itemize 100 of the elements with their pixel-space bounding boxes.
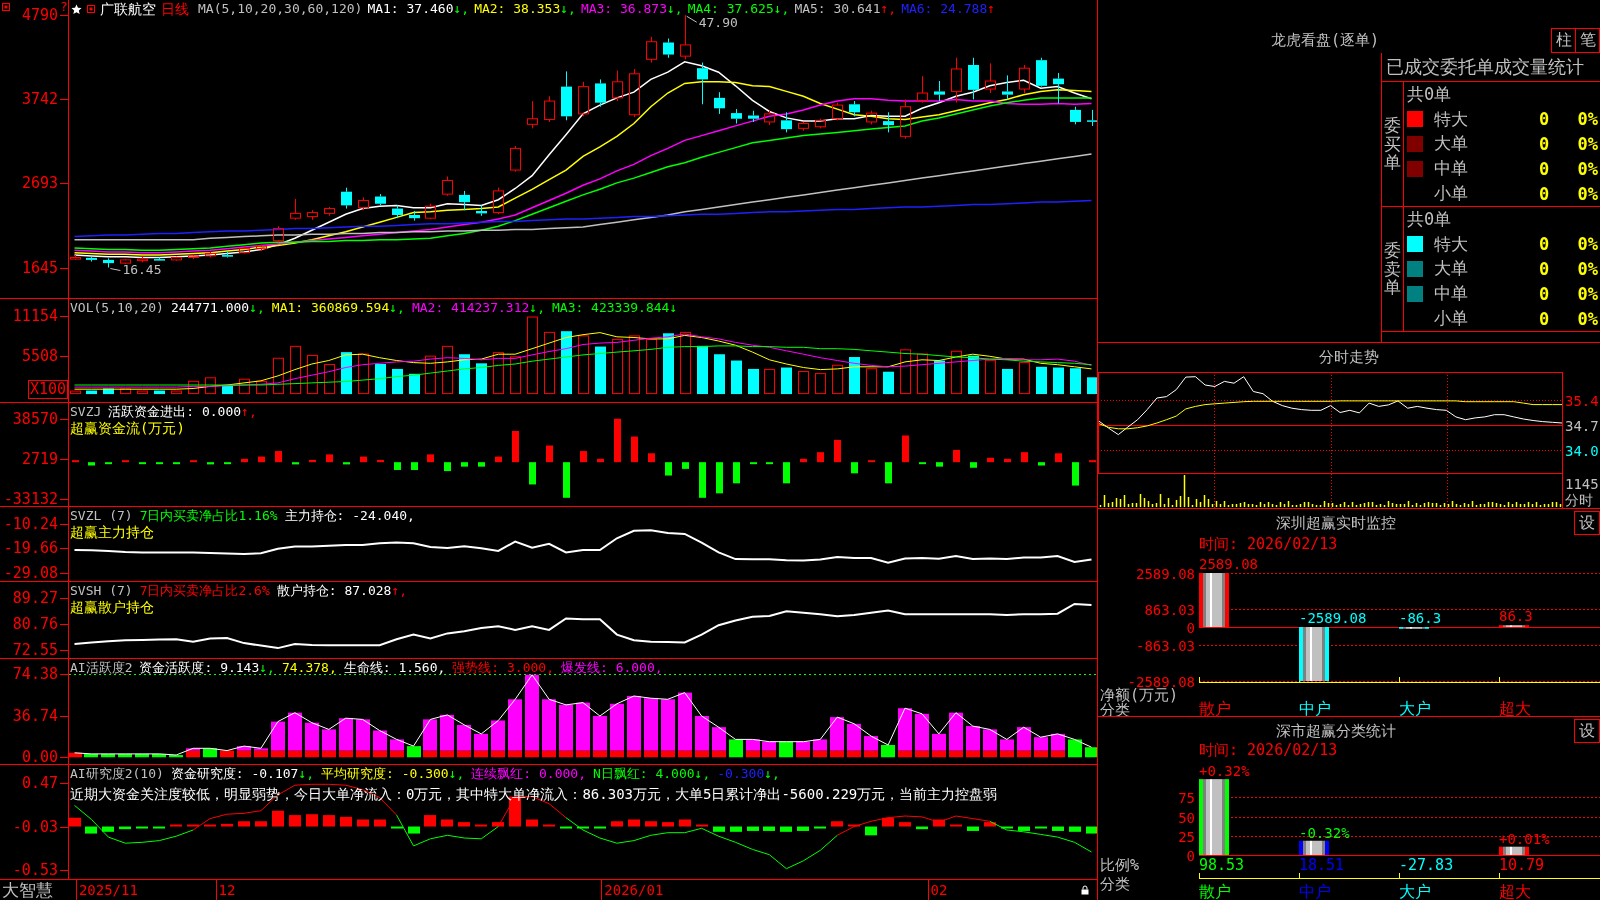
- price-annotation: 47.90: [698, 15, 738, 31]
- view-toggle-button[interactable]: 柱: [1551, 28, 1576, 53]
- group-label: 委卖单: [1384, 240, 1401, 298]
- activity-bar: [1068, 739, 1082, 758]
- candle: [714, 91, 725, 115]
- research-bar: [797, 826, 809, 831]
- research-bar: [882, 817, 894, 827]
- axis-tick-label: -863.03: [1136, 637, 1195, 654]
- activity-bar: [118, 753, 132, 758]
- settings-button[interactable]: 设: [1574, 719, 1600, 743]
- research-bar: [289, 815, 301, 827]
- research-bar: [526, 819, 538, 827]
- fund-flow-bar: [817, 452, 824, 463]
- leader-line: [686, 15, 698, 23]
- order-percent: 0%: [1577, 283, 1598, 304]
- volume-bar: [425, 355, 436, 395]
- axis-tick-label: 2589.08: [1136, 565, 1195, 582]
- candle: [951, 57, 962, 104]
- candle: [409, 210, 420, 222]
- axis-tick-label: 25: [1178, 828, 1195, 845]
- candle: [527, 100, 538, 129]
- activity-bar: [84, 753, 98, 758]
- lock-icon[interactable]: [1081, 885, 1089, 895]
- candle: [866, 110, 877, 125]
- fund-flow-bar: [750, 462, 757, 465]
- axis-tick-label: 0.00: [21, 748, 58, 764]
- indicator-reading: 连续飘红: 0.000,: [471, 766, 586, 782]
- candle: [849, 100, 860, 117]
- volume-bar: [442, 345, 453, 395]
- order-size-label: 中单: [1434, 157, 1468, 181]
- settings-button[interactable]: 设: [1574, 511, 1600, 535]
- research-bar: [848, 824, 860, 827]
- fund-flow-bar: [427, 454, 434, 463]
- fund-flow-bar: [478, 462, 485, 467]
- indicator-reading: MA3: 36.873: [580, 1, 667, 17]
- research-bar: [391, 826, 403, 829]
- research-bar: [679, 819, 691, 827]
- activity-bar: [152, 753, 166, 758]
- order-size-label: 大单: [1434, 132, 1468, 156]
- indicator-reading: N日飘红: 4.000: [593, 766, 695, 782]
- star-icon[interactable]: [71, 3, 82, 15]
- view-toggle-button[interactable]: 笔: [1575, 28, 1600, 53]
- axis-tick-label: -0.53: [12, 861, 58, 880]
- order-total: 共0单: [1407, 82, 1452, 106]
- volume-bar: [324, 364, 335, 395]
- indicator-reading: 平均研究度: -0.300: [321, 766, 449, 782]
- research-bar: [357, 819, 369, 827]
- candle: [798, 121, 809, 132]
- fund-flow-bar: [614, 418, 621, 463]
- fund-flow-bar: [936, 462, 943, 467]
- fund-flow-bar: [105, 462, 112, 465]
- trend-arrow: ↑,: [391, 583, 408, 599]
- fund-flow-bar: [377, 459, 384, 463]
- fund-flow-bar: [444, 462, 451, 472]
- fund-flow-bar: [207, 462, 214, 465]
- order-count: 0: [1538, 134, 1550, 154]
- axis-tick-label: -19.66: [3, 539, 58, 558]
- axis-tick-label: 11154: [12, 307, 58, 326]
- axis-tick-label: 75: [1178, 789, 1195, 806]
- research-bar: [831, 821, 843, 827]
- fund-flow-bar: [1021, 452, 1028, 463]
- indicator-reading: MA3: 423339.844: [552, 300, 670, 316]
- candle: [561, 70, 572, 121]
- data-label: 98.53: [1199, 856, 1245, 874]
- fund-flow-bar: [309, 459, 316, 463]
- activity-bar: [203, 748, 217, 758]
- volume-bar: [951, 350, 962, 395]
- volume-bar: [764, 368, 775, 395]
- trend-arrow: ↓,: [694, 766, 711, 782]
- volume-bar: [103, 388, 114, 395]
- candle: [290, 198, 301, 221]
- fund-flow-bar: [885, 462, 892, 484]
- volume-scale-label: 1145: [1565, 476, 1599, 492]
- order-percent: 0%: [1577, 109, 1598, 130]
- research-bar: [238, 821, 250, 827]
- bar: [1199, 573, 1229, 627]
- volume-bar: [307, 354, 318, 395]
- research-bar: [119, 826, 131, 830]
- activity-bar: [1085, 747, 1097, 758]
- fund-flow-bar: [512, 431, 519, 463]
- indicator-name: SVZL (7): [70, 508, 133, 524]
- research-bar: [984, 822, 996, 827]
- research-bar: [696, 824, 708, 827]
- axis-tick-label: 1645: [21, 258, 58, 277]
- fund-flow-bar: [919, 462, 926, 465]
- bar: [1299, 627, 1329, 681]
- research-bar: [1052, 826, 1064, 831]
- indicator-reading: 强势线: 3.000,: [452, 660, 554, 676]
- axis-tick-label: -29.08: [3, 563, 58, 581]
- candle: [239, 245, 250, 254]
- candle: [646, 36, 657, 64]
- activity-bar: [762, 741, 776, 751]
- activity-bar: [169, 755, 183, 758]
- fund-flow-bar: [682, 462, 689, 469]
- axis-tick-label: -10.24: [3, 515, 58, 534]
- candle: [476, 204, 487, 217]
- research-bar: [1086, 826, 1097, 834]
- trend-arrow: ↓,: [560, 1, 576, 17]
- candle: [154, 257, 165, 262]
- fund-flow-bar: [987, 457, 994, 463]
